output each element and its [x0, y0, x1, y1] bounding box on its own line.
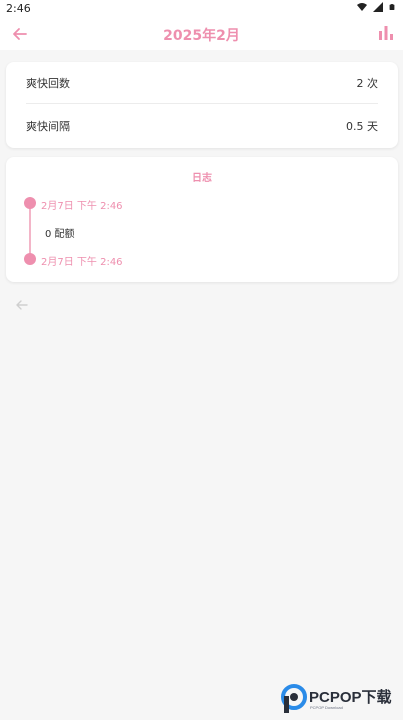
pcpop-logo-icon	[281, 684, 307, 713]
stat-interval-value: 0.5 天	[346, 120, 378, 133]
stat-row-count: 爽快回数 2 次	[26, 62, 378, 104]
log-card: 日志 2月7日 下午 2:46 0 配额 2月7日 下午 2:46	[6, 157, 398, 282]
timeline-note: 0 配额	[45, 229, 75, 240]
arrow-left-icon[interactable]	[14, 297, 30, 313]
stats-card: 爽快回数 2 次 爽快间隔 0.5 天	[6, 62, 398, 148]
status-bar: 2:46	[0, 0, 403, 18]
wifi-icon	[357, 3, 367, 11]
stat-count-value: 2 次	[356, 76, 379, 90]
status-icons	[357, 2, 395, 12]
page-title: 2025年2月	[163, 28, 240, 44]
log-title: 日志	[192, 173, 212, 184]
watermark-brand: PCPOP下载	[309, 689, 392, 706]
timeline-start-time: 2月7日 下午 2:46	[41, 201, 123, 212]
stat-count-label: 爽快回数	[26, 76, 70, 90]
bar-chart-icon[interactable]	[377, 24, 395, 42]
stat-row-interval: 爽快间隔 0.5 天	[26, 105, 378, 147]
timeline-dot	[24, 253, 36, 265]
timeline-end-time: 2月7日 下午 2:46	[41, 257, 123, 268]
watermark: PCPOP下载 PCPOP Download	[280, 682, 402, 718]
timeline-line	[29, 203, 31, 259]
app-bar: 2025年2月	[0, 18, 403, 50]
timeline-dot	[24, 197, 36, 209]
signal-icon	[373, 2, 383, 12]
battery-icon	[389, 4, 395, 10]
watermark-subtext: PCPOP Download	[310, 705, 343, 710]
stat-interval-label: 爽快间隔	[26, 120, 70, 133]
status-time: 2:46	[6, 2, 31, 15]
